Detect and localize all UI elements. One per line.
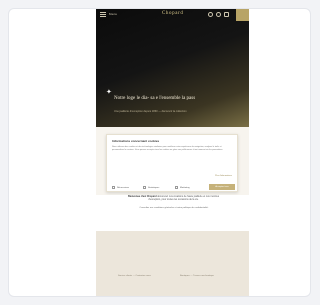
preview-card: Menu Chopard ✦ Notre loge le dia- sa e l…	[8, 8, 311, 297]
intro-body: découvrez nos créations de haute joaille…	[148, 195, 220, 202]
account-icon[interactable]	[216, 12, 221, 17]
footer-col-stores[interactable]: Boutiques — Trouver une boutique	[180, 275, 214, 278]
accept-all-button[interactable]: Accepter tous	[209, 184, 235, 190]
top-navigation-bar: Menu Chopard	[96, 9, 249, 21]
consent-title: Informations concernant cookies	[112, 139, 160, 143]
hero-subhead: Une joaillerie d'exception depuis 1860 —…	[114, 110, 187, 113]
consent-text: Nous utilisons des cookies et des techno…	[112, 146, 223, 151]
hero-banner: Menu Chopard ✦ Notre loge le dia- sa e l…	[96, 9, 249, 127]
menu-icon[interactable]	[100, 12, 106, 17]
bag-icon[interactable]	[224, 12, 229, 17]
website-screenshot: Menu Chopard ✦ Notre loge le dia- sa e l…	[96, 9, 249, 296]
checkbox-icon[interactable]	[175, 185, 178, 189]
cookie-consent-dialog: Informations concernant cookies Nous uti…	[106, 134, 238, 192]
option-label: Marketing	[180, 187, 190, 189]
legal-note[interactable]: Consultez nos conditions générales et no…	[130, 207, 218, 210]
option-label: Nécessaires	[117, 187, 130, 189]
intro-section: Bienvenue chez Chopard découvrez nos cré…	[96, 195, 249, 231]
consent-option-necessary[interactable]: Nécessaires	[112, 185, 129, 191]
menu-label[interactable]: Menu	[109, 12, 117, 16]
footer-col-service[interactable]: Service clients — Contactez-nous	[118, 275, 151, 278]
consent-more-link[interactable]: Plus d'informations	[215, 175, 232, 177]
consent-option-statistics[interactable]: Statistiques	[143, 185, 159, 191]
header-cta-button[interactable]	[236, 9, 249, 21]
brand-logo[interactable]: Chopard	[162, 11, 183, 16]
hero-headline: Notre loge le dia- sa e l'ensemble la pa…	[114, 96, 196, 101]
footer: Service clients — Contactez-nous Boutiqu…	[96, 231, 249, 296]
checkbox-icon[interactable]	[143, 185, 146, 189]
search-icon[interactable]	[208, 12, 213, 17]
intro-text: Bienvenue chez Chopard découvrez nos cré…	[126, 195, 221, 202]
sparkle-icon: ✦	[106, 89, 112, 96]
consent-option-marketing[interactable]: Marketing	[175, 185, 190, 191]
checkbox-icon[interactable]	[112, 185, 115, 189]
option-label: Statistiques	[148, 187, 160, 189]
